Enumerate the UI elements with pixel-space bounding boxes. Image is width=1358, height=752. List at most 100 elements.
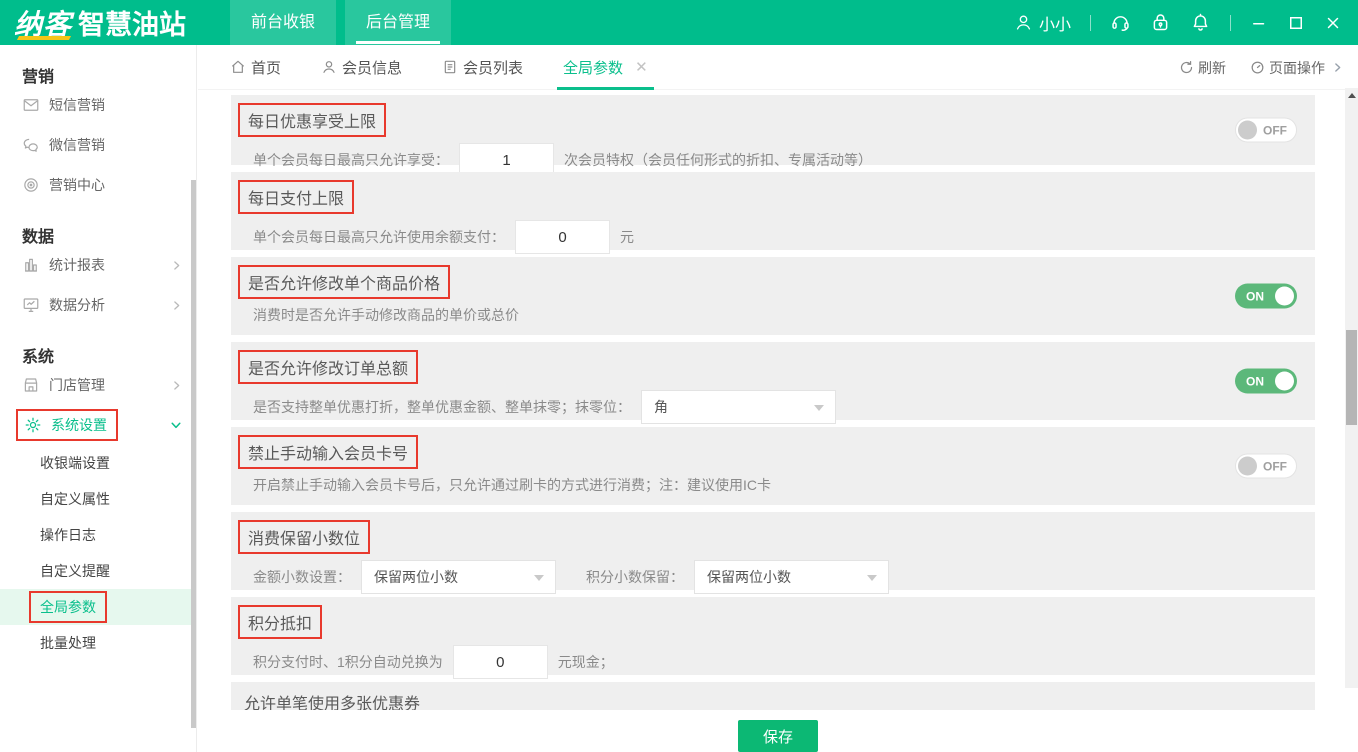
refresh-button[interactable]: 刷新 bbox=[1179, 58, 1226, 78]
annotation-box: 全局参数 bbox=[29, 591, 107, 623]
sidebar-subitem-global-parameters[interactable]: 全局参数 bbox=[0, 589, 196, 625]
sidebar-item-wechat-marketing[interactable]: 微信营销 bbox=[0, 125, 196, 165]
window-maximize-button[interactable] bbox=[1287, 14, 1305, 32]
tab-close-icon[interactable]: ✕ bbox=[635, 58, 648, 76]
logo-brand-text: 纳客 bbox=[14, 3, 72, 43]
bell-icon[interactable] bbox=[1190, 12, 1211, 33]
dropdown-value: 保留两位小数 bbox=[707, 567, 791, 587]
allow-modify-order-total-toggle[interactable]: ON bbox=[1235, 369, 1297, 394]
sidebar-subitem-batch-processing[interactable]: 批量处理 bbox=[0, 625, 196, 661]
chevron-right-icon bbox=[170, 259, 183, 272]
lock-icon[interactable] bbox=[1150, 12, 1171, 33]
sidebar: 营销 短信营销 微信营销 营销中心 数据 统计报表 数据分析 bbox=[0, 45, 197, 752]
wechat-icon bbox=[22, 136, 40, 154]
annotation-box: 系统设置 bbox=[16, 409, 118, 441]
sidebar-item-label: 短信营销 bbox=[49, 95, 105, 115]
toggle-knob bbox=[1238, 121, 1257, 140]
bar-chart-icon bbox=[22, 256, 40, 274]
points-exchange-rate-input[interactable] bbox=[453, 645, 548, 679]
caret-down-icon bbox=[867, 575, 877, 581]
content-scrollbar[interactable] bbox=[1345, 88, 1358, 688]
points-decimal-dropdown[interactable]: 保留两位小数 bbox=[694, 560, 889, 594]
allow-modify-item-price-toggle[interactable]: ON bbox=[1235, 284, 1297, 309]
field-label: 单个会员每日最高只允许使用余额支付： bbox=[253, 227, 505, 247]
sidebar-subitem-cashier-settings[interactable]: 收银端设置 bbox=[0, 445, 196, 481]
tab-global-parameters[interactable]: 全局参数 ✕ bbox=[563, 45, 648, 90]
member-icon bbox=[321, 59, 337, 75]
sidebar-item-label: 统计报表 bbox=[49, 255, 105, 275]
sidebar-heading-marketing: 营销 bbox=[0, 45, 196, 85]
tab-home[interactable]: 首页 bbox=[230, 45, 281, 90]
field-label: 单个会员每日最高只允许享受： bbox=[253, 150, 449, 170]
scrollbar-thumb[interactable] bbox=[1346, 330, 1357, 425]
page-actions-label: 页面操作 bbox=[1269, 58, 1325, 78]
chevron-right-icon bbox=[170, 299, 183, 312]
sidebar-item-label: 营销中心 bbox=[49, 175, 105, 195]
toggle-state-label: ON bbox=[1246, 289, 1264, 303]
section-description: 消费时是否允许手动修改商品的单价或总价 bbox=[253, 305, 519, 325]
sidebar-item-store-management[interactable]: 门店管理 bbox=[0, 365, 196, 405]
toggle-state-label: ON bbox=[1246, 374, 1264, 388]
tab-backend-admin[interactable]: 后台管理 bbox=[345, 0, 451, 45]
monitor-chart-icon bbox=[22, 296, 40, 314]
tab-member-info[interactable]: 会员信息 bbox=[321, 45, 402, 90]
logo-product-text: 智慧油站 bbox=[78, 3, 186, 42]
field-label: 金额小数设置： bbox=[253, 567, 351, 587]
amount-decimal-dropdown[interactable]: 保留两位小数 bbox=[361, 560, 556, 594]
section-description: 开启禁止手动输入会员卡号后，只允许通过刷卡的方式进行消费；注：建议使用IC卡 bbox=[253, 475, 771, 495]
dropdown-value: 角 bbox=[654, 397, 668, 417]
section-points-deduction: 积分抵扣 积分支付时、1积分自动兑换为 元现金； bbox=[231, 597, 1315, 675]
support-headset-icon[interactable] bbox=[1110, 12, 1131, 33]
field-label: 是否支持整单优惠打折，整单优惠金额、整单抹零；抹零位： bbox=[253, 397, 631, 417]
gear-icon bbox=[24, 416, 42, 434]
section-multi-coupon: 允许单笔使用多张优惠券 bbox=[231, 682, 1315, 710]
sidebar-subitem-operation-log[interactable]: 操作日志 bbox=[0, 517, 196, 553]
home-icon bbox=[230, 59, 246, 75]
section-title: 是否允许修改单个商品价格 bbox=[238, 265, 450, 299]
sidebar-subitem-custom-reminders[interactable]: 自定义提醒 bbox=[0, 553, 196, 589]
section-title: 每日优惠享受上限 bbox=[238, 103, 386, 137]
tab-label: 会员列表 bbox=[463, 57, 523, 78]
mode-switcher: 前台收银 后台管理 bbox=[230, 0, 460, 45]
username: 小小 bbox=[1039, 11, 1071, 35]
page-actions-button[interactable]: 页面操作 bbox=[1250, 58, 1344, 78]
main-panel: 首页 会员信息 会员列表 全局参数 ✕ bbox=[198, 45, 1358, 752]
settings-content: 每日优惠享受上限 单个会员每日最高只允许享受： 次会员特权（会员任何形式的折扣、… bbox=[198, 90, 1358, 710]
footer-bar: 保存 bbox=[198, 710, 1358, 752]
daily-payment-limit-input[interactable] bbox=[515, 220, 610, 254]
section-daily-payment-limit: 每日支付上限 单个会员每日最高只允许使用余额支付： 元 bbox=[231, 172, 1315, 250]
section-forbid-manual-card-input: 禁止手动输入会员卡号 开启禁止手动输入会员卡号后，只允许通过刷卡的方式进行消费；… bbox=[231, 427, 1315, 505]
sidebar-item-marketing-center[interactable]: 营销中心 bbox=[0, 165, 196, 205]
tab-label: 全局参数 bbox=[563, 57, 623, 78]
tab-front-cashier[interactable]: 前台收银 bbox=[230, 0, 336, 45]
sidebar-item-label: 系统设置 bbox=[51, 415, 107, 435]
store-icon bbox=[22, 376, 40, 394]
divider bbox=[1090, 15, 1091, 31]
sidebar-item-statistics-reports[interactable]: 统计报表 bbox=[0, 245, 196, 285]
chevron-down-icon bbox=[169, 418, 183, 432]
scrollbar-up-arrow-icon[interactable] bbox=[1348, 93, 1356, 98]
field-label: 积分支付时、1积分自动兑换为 bbox=[253, 652, 443, 672]
sidebar-scrollbar-thumb[interactable] bbox=[191, 180, 196, 728]
daily-discount-limit-toggle[interactable]: OFF bbox=[1235, 118, 1297, 143]
user-menu[interactable]: 小小 bbox=[1014, 11, 1071, 35]
chevron-right-icon bbox=[1331, 61, 1344, 74]
sidebar-item-label: 微信营销 bbox=[49, 135, 105, 155]
save-button[interactable]: 保存 bbox=[738, 720, 818, 752]
forbid-manual-card-input-toggle[interactable]: OFF bbox=[1235, 454, 1297, 479]
sidebar-item-label: 门店管理 bbox=[49, 375, 105, 395]
sidebar-item-system-settings[interactable]: 系统设置 bbox=[0, 405, 196, 445]
sidebar-item-sms-marketing[interactable]: 短信营销 bbox=[0, 85, 196, 125]
rounding-unit-dropdown[interactable]: 角 bbox=[641, 390, 836, 424]
tab-label: 首页 bbox=[251, 57, 281, 78]
window-minimize-button[interactable] bbox=[1250, 14, 1268, 32]
field-suffix: 元现金； bbox=[558, 652, 614, 672]
sidebar-item-data-analysis[interactable]: 数据分析 bbox=[0, 285, 196, 325]
sidebar-subitem-label: 全局参数 bbox=[40, 599, 96, 615]
section-title: 禁止手动输入会员卡号 bbox=[238, 435, 418, 469]
tab-member-list[interactable]: 会员列表 bbox=[442, 45, 523, 90]
refresh-icon bbox=[1179, 60, 1194, 75]
section-title: 消费保留小数位 bbox=[238, 520, 370, 554]
window-close-button[interactable] bbox=[1324, 14, 1342, 32]
sidebar-subitem-custom-attributes[interactable]: 自定义属性 bbox=[0, 481, 196, 517]
